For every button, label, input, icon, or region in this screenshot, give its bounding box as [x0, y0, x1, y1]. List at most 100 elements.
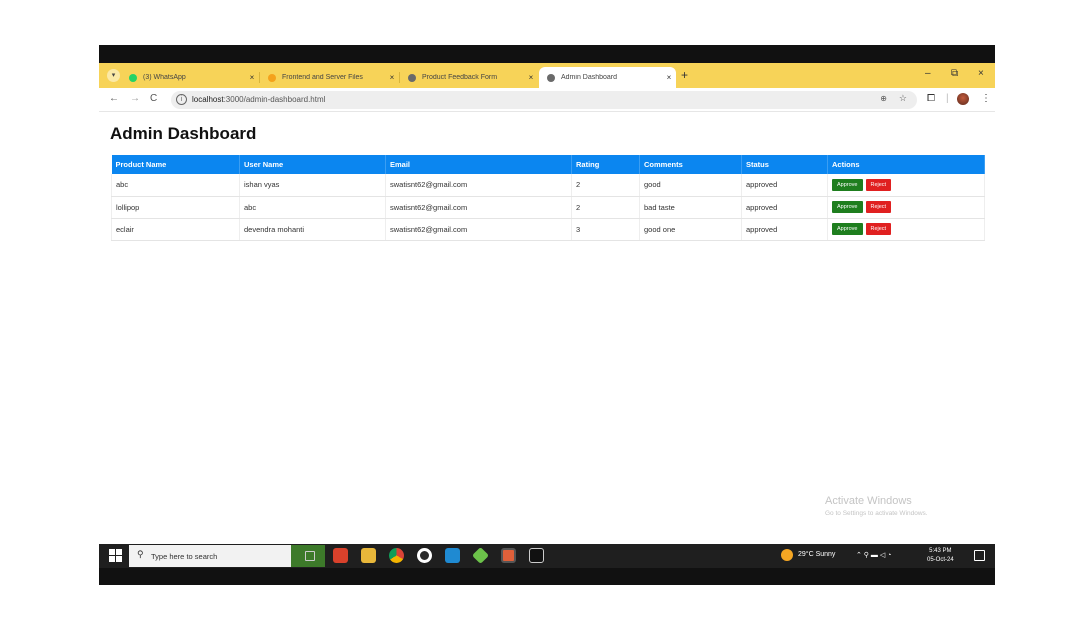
approve-button[interactable]: Approve [832, 178, 863, 191]
chrome-icon[interactable] [389, 548, 404, 563]
reload-icon[interactable]: C [150, 93, 157, 104]
git-icon[interactable] [501, 548, 516, 563]
weather-text[interactable]: 29°C Sunny [798, 551, 835, 558]
reject-button[interactable]: Reject [865, 223, 892, 235]
notification-icon[interactable] [974, 550, 985, 561]
clock-date: 05-Oct-24 [927, 557, 954, 563]
close-window-button[interactable]: × [978, 68, 984, 79]
vscode-icon[interactable] [445, 548, 460, 563]
tab-label: Frontend and Server Files [282, 74, 363, 81]
drive-favicon-icon [268, 73, 276, 82]
cell-product-name: eclair [111, 218, 240, 241]
browser-tab-strip: ▾ (3) WhatsApp × Frontend and Server Fil… [99, 63, 995, 88]
cell-actions: Approve Reject [827, 174, 985, 197]
toolbar-divider: | [946, 93, 949, 104]
watermark-title: Activate Windows [825, 495, 912, 507]
tab-label: Product Feedback Form [422, 74, 498, 81]
approve-button[interactable]: Approve [832, 223, 863, 235]
weather-icon[interactable] [781, 549, 793, 561]
cell-email: swatisnt62@gmail.com [385, 174, 572, 197]
url-text[interactable]: localhost:3000/admin-dashboard.html [192, 95, 325, 104]
cell-email: swatisnt62@gmail.com [385, 218, 572, 241]
tab-label: Admin Dashboard [561, 74, 618, 81]
site-info-icon[interactable]: i [176, 94, 187, 105]
search-placeholder: Type here to search [151, 552, 218, 561]
table-row: abc ishan vyas swatisnt62@gmail.com 2 go… [111, 174, 985, 197]
letterbox-bottom [99, 568, 995, 585]
tab-search-icon[interactable]: ▾ [107, 69, 120, 82]
reject-button[interactable]: Reject [865, 201, 892, 213]
column-header-email: Email [385, 155, 572, 174]
clock-time: 5:43 PM [929, 548, 952, 554]
extensions-icon[interactable]: ⧠ [927, 93, 935, 104]
whatsapp-favicon-icon [129, 73, 137, 82]
cell-rating: 2 [571, 196, 640, 219]
page-content: Admin Dashboard Product Name User Name E… [99, 113, 995, 544]
tab-whatsapp[interactable]: (3) WhatsApp × [121, 67, 259, 88]
cell-comments: bad taste [639, 196, 742, 219]
close-tab-icon[interactable]: × [662, 73, 676, 82]
minimize-button[interactable]: – [925, 68, 931, 79]
close-tab-icon[interactable]: × [524, 73, 538, 82]
forward-icon[interactable]: → [130, 93, 140, 104]
activate-windows-watermark: Activate Windows Go to Settings to activ… [825, 495, 928, 517]
cell-user-name: abc [239, 196, 386, 219]
column-header-user-name: User Name [239, 155, 386, 174]
cell-rating: 2 [571, 174, 640, 197]
terminal-icon[interactable] [529, 548, 544, 563]
url-host: localhost [192, 95, 224, 104]
search-icon: ⚲ [137, 549, 144, 559]
browser-toolbar: ← → C i localhost:3000/admin-dashboard.h… [99, 88, 995, 112]
system-clock[interactable]: 5:43 PM 05-Oct-24 [927, 547, 954, 565]
nodejs-icon[interactable] [472, 547, 489, 564]
letterbox-top [99, 45, 995, 63]
cell-actions: Approve Reject [827, 218, 985, 241]
cell-rating: 3 [571, 218, 640, 241]
back-icon[interactable]: ← [109, 93, 119, 104]
cell-status: approved [741, 196, 828, 219]
cell-status: approved [741, 218, 828, 241]
column-header-rating: Rating [571, 155, 640, 174]
tray-icons[interactable]: ⌃ ⚲ ▬ ◁ ◔ [856, 551, 891, 559]
file-explorer-icon[interactable] [361, 548, 376, 563]
news-app-icon[interactable] [333, 548, 348, 563]
cell-comments: good [639, 174, 742, 197]
watermark-subtitle: Go to Settings to activate Windows. [825, 510, 928, 517]
reject-button[interactable]: Reject [865, 178, 892, 191]
profile-avatar[interactable] [957, 93, 969, 105]
bookmark-star-icon[interactable]: ☆ [899, 93, 907, 104]
tab-label: (3) WhatsApp [143, 74, 186, 81]
table-row: lollipop abc swatisnt62@gmail.com 2 bad … [111, 196, 985, 219]
address-bar[interactable]: i localhost:3000/admin-dashboard.html ⊕ … [171, 91, 917, 109]
table-header-row: Product Name User Name Email Rating Comm… [111, 155, 985, 174]
new-tab-button[interactable]: + [681, 68, 688, 82]
taskbar-search-box[interactable]: ⚲ Type here to search [129, 545, 325, 567]
close-tab-icon[interactable]: × [245, 73, 259, 82]
cell-product-name: lollipop [111, 196, 240, 219]
restore-button[interactable]: ⧉ [951, 68, 958, 79]
close-tab-icon[interactable]: × [385, 73, 399, 82]
tab-product-feedback[interactable]: Product Feedback Form × [400, 67, 538, 88]
cell-comments: good one [639, 218, 742, 241]
globe-favicon-icon [547, 73, 555, 82]
windows-start-icon[interactable] [109, 549, 123, 563]
zoom-icon[interactable]: ⊕ [880, 94, 887, 103]
column-header-product-name: Product Name [111, 155, 240, 174]
column-header-status: Status [741, 155, 828, 174]
column-header-actions: Actions [827, 155, 985, 174]
cell-actions: Approve Reject [827, 196, 985, 219]
task-view-icon[interactable] [305, 551, 315, 561]
cell-email: swatisnt62@gmail.com [385, 196, 572, 219]
cell-status: approved [741, 174, 828, 197]
tab-admin-dashboard[interactable]: Admin Dashboard × [539, 67, 676, 88]
cell-product-name: abc [111, 174, 240, 197]
tab-frontend-files[interactable]: Frontend and Server Files × [260, 67, 399, 88]
screenshot-frame: ▾ (3) WhatsApp × Frontend and Server Fil… [99, 45, 995, 585]
feedback-table: Product Name User Name Email Rating Comm… [111, 155, 985, 241]
table-row: eclair devendra mohanti swatisnt62@gmail… [111, 218, 985, 241]
obs-icon[interactable] [417, 548, 432, 563]
approve-button[interactable]: Approve [832, 201, 863, 213]
cell-user-name: devendra mohanti [239, 218, 386, 241]
menu-icon[interactable]: ⋮ [981, 93, 991, 104]
globe-favicon-icon [408, 73, 416, 82]
